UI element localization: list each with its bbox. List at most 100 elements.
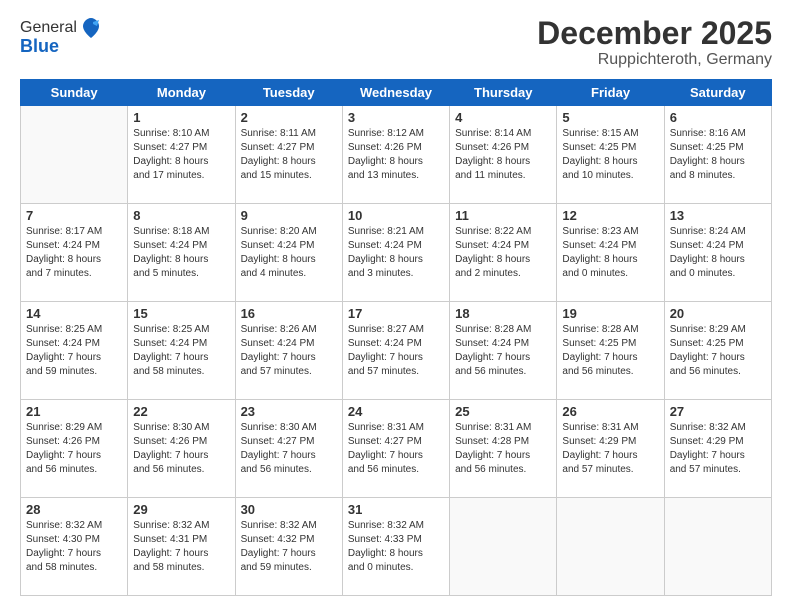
location-title: Ruppichteroth, Germany	[537, 51, 772, 69]
header: General Blue December 2025 Ruppichteroth…	[20, 16, 772, 69]
calendar-cell	[557, 498, 664, 596]
day-number: 6	[670, 110, 766, 125]
logo-icon	[79, 16, 103, 40]
weekday-header-saturday: Saturday	[664, 80, 771, 106]
day-number: 8	[133, 208, 229, 223]
day-number: 5	[562, 110, 658, 125]
calendar-cell: 23 Sunrise: 8:30 AM Sunset: 4:27 PM Dayli…	[235, 400, 342, 498]
day-number: 24	[348, 404, 444, 419]
logo: General Blue	[20, 16, 103, 57]
day-number: 15	[133, 306, 229, 321]
calendar-cell: 13 Sunrise: 8:24 AM Sunset: 4:24 PM Dayli…	[664, 204, 771, 302]
calendar-cell: 16 Sunrise: 8:26 AM Sunset: 4:24 PM Dayli…	[235, 302, 342, 400]
calendar-cell: 25 Sunrise: 8:31 AM Sunset: 4:28 PM Dayli…	[450, 400, 557, 498]
calendar-table: SundayMondayTuesdayWednesdayThursdayFrid…	[20, 79, 772, 596]
day-info: Sunrise: 8:30 AM Sunset: 4:27 PM Dayligh…	[241, 421, 337, 477]
calendar-cell: 29 Sunrise: 8:32 AM Sunset: 4:31 PM Dayli…	[128, 498, 235, 596]
day-info: Sunrise: 8:32 AM Sunset: 4:31 PM Dayligh…	[133, 519, 229, 575]
day-info: Sunrise: 8:11 AM Sunset: 4:27 PM Dayligh…	[241, 127, 337, 183]
day-info: Sunrise: 8:28 AM Sunset: 4:24 PM Dayligh…	[455, 323, 551, 379]
weekday-header-row: SundayMondayTuesdayWednesdayThursdayFrid…	[21, 80, 772, 106]
day-info: Sunrise: 8:32 AM Sunset: 4:33 PM Dayligh…	[348, 519, 444, 575]
calendar-cell	[664, 498, 771, 596]
calendar-cell: 24 Sunrise: 8:31 AM Sunset: 4:27 PM Dayli…	[342, 400, 449, 498]
day-info: Sunrise: 8:16 AM Sunset: 4:25 PM Dayligh…	[670, 127, 766, 183]
calendar-cell: 27Sunrise: 8:32 AM Sunset: 4:29 PM Dayli…	[664, 400, 771, 498]
day-info: Sunrise: 8:21 AM Sunset: 4:24 PM Dayligh…	[348, 225, 444, 281]
title-block: December 2025 Ruppichteroth, Germany	[537, 16, 772, 69]
day-number: 27	[670, 404, 766, 419]
day-number: 7	[26, 208, 122, 223]
day-number: 30	[241, 502, 337, 517]
day-number: 1	[133, 110, 229, 125]
month-title: December 2025	[537, 16, 772, 51]
day-number: 12	[562, 208, 658, 223]
calendar-week-row: 7Sunrise: 8:17 AM Sunset: 4:24 PM Daylig…	[21, 204, 772, 302]
day-number: 19	[562, 306, 658, 321]
weekday-header-thursday: Thursday	[450, 80, 557, 106]
day-number: 29	[133, 502, 229, 517]
weekday-header-friday: Friday	[557, 80, 664, 106]
calendar-cell: 18 Sunrise: 8:28 AM Sunset: 4:24 PM Dayli…	[450, 302, 557, 400]
calendar-cell: 3Sunrise: 8:12 AM Sunset: 4:26 PM Daylig…	[342, 106, 449, 204]
day-info: Sunrise: 8:26 AM Sunset: 4:24 PM Dayligh…	[241, 323, 337, 379]
day-info: Sunrise: 8:20 AM Sunset: 4:24 PM Dayligh…	[241, 225, 337, 281]
day-number: 25	[455, 404, 551, 419]
day-number: 23	[241, 404, 337, 419]
weekday-header-monday: Monday	[128, 80, 235, 106]
weekday-header-sunday: Sunday	[21, 80, 128, 106]
day-number: 14	[26, 306, 122, 321]
day-number: 26	[562, 404, 658, 419]
calendar-cell: 17 Sunrise: 8:27 AM Sunset: 4:24 PM Dayli…	[342, 302, 449, 400]
day-number: 16	[241, 306, 337, 321]
day-info: Sunrise: 8:30 AM Sunset: 4:26 PM Dayligh…	[133, 421, 229, 477]
day-info: Sunrise: 8:32 AM Sunset: 4:32 PM Dayligh…	[241, 519, 337, 575]
calendar-cell: 31 Sunrise: 8:32 AM Sunset: 4:33 PM Dayli…	[342, 498, 449, 596]
day-number: 2	[241, 110, 337, 125]
calendar-cell: 6 Sunrise: 8:16 AM Sunset: 4:25 PM Daylig…	[664, 106, 771, 204]
day-info: Sunrise: 8:29 AM Sunset: 4:25 PM Dayligh…	[670, 323, 766, 379]
day-info: Sunrise: 8:27 AM Sunset: 4:24 PM Dayligh…	[348, 323, 444, 379]
day-number: 4	[455, 110, 551, 125]
day-number: 28	[26, 502, 122, 517]
calendar-cell	[450, 498, 557, 596]
calendar-week-row: 21Sunrise: 8:29 AM Sunset: 4:26 PM Dayli…	[21, 400, 772, 498]
calendar-cell: 7Sunrise: 8:17 AM Sunset: 4:24 PM Daylig…	[21, 204, 128, 302]
day-info: Sunrise: 8:18 AM Sunset: 4:24 PM Dayligh…	[133, 225, 229, 281]
calendar-cell: 22Sunrise: 8:30 AM Sunset: 4:26 PM Dayli…	[128, 400, 235, 498]
calendar-cell: 5Sunrise: 8:15 AM Sunset: 4:25 PM Daylig…	[557, 106, 664, 204]
day-info: Sunrise: 8:31 AM Sunset: 4:27 PM Dayligh…	[348, 421, 444, 477]
day-info: Sunrise: 8:31 AM Sunset: 4:29 PM Dayligh…	[562, 421, 658, 477]
calendar-cell: 12Sunrise: 8:23 AM Sunset: 4:24 PM Dayli…	[557, 204, 664, 302]
day-number: 13	[670, 208, 766, 223]
day-number: 21	[26, 404, 122, 419]
calendar-cell: 8 Sunrise: 8:18 AM Sunset: 4:24 PM Daylig…	[128, 204, 235, 302]
day-number: 17	[348, 306, 444, 321]
day-info: Sunrise: 8:12 AM Sunset: 4:26 PM Dayligh…	[348, 127, 444, 183]
day-number: 18	[455, 306, 551, 321]
calendar-cell: 26 Sunrise: 8:31 AM Sunset: 4:29 PM Dayli…	[557, 400, 664, 498]
calendar-cell: 19 Sunrise: 8:28 AM Sunset: 4:25 PM Dayli…	[557, 302, 664, 400]
day-info: Sunrise: 8:25 AM Sunset: 4:24 PM Dayligh…	[133, 323, 229, 379]
day-info: Sunrise: 8:31 AM Sunset: 4:28 PM Dayligh…	[455, 421, 551, 477]
day-number: 9	[241, 208, 337, 223]
calendar-cell: 21Sunrise: 8:29 AM Sunset: 4:26 PM Dayli…	[21, 400, 128, 498]
day-number: 31	[348, 502, 444, 517]
calendar-cell	[21, 106, 128, 204]
weekday-header-wednesday: Wednesday	[342, 80, 449, 106]
day-info: Sunrise: 8:28 AM Sunset: 4:25 PM Dayligh…	[562, 323, 658, 379]
day-info: Sunrise: 8:14 AM Sunset: 4:26 PM Dayligh…	[455, 127, 551, 183]
weekday-header-tuesday: Tuesday	[235, 80, 342, 106]
calendar-cell: 2 Sunrise: 8:11 AM Sunset: 4:27 PM Daylig…	[235, 106, 342, 204]
day-info: Sunrise: 8:10 AM Sunset: 4:27 PM Dayligh…	[133, 127, 229, 183]
calendar-cell: 20Sunrise: 8:29 AM Sunset: 4:25 PM Dayli…	[664, 302, 771, 400]
calendar-cell: 4 Sunrise: 8:14 AM Sunset: 4:26 PM Daylig…	[450, 106, 557, 204]
day-info: Sunrise: 8:24 AM Sunset: 4:24 PM Dayligh…	[670, 225, 766, 281]
day-info: Sunrise: 8:32 AM Sunset: 4:30 PM Dayligh…	[26, 519, 122, 575]
page: General Blue December 2025 Ruppichteroth…	[0, 0, 792, 612]
day-number: 11	[455, 208, 551, 223]
calendar-cell: 10Sunrise: 8:21 AM Sunset: 4:24 PM Dayli…	[342, 204, 449, 302]
calendar-cell: 15 Sunrise: 8:25 AM Sunset: 4:24 PM Dayli…	[128, 302, 235, 400]
logo-general-text: General	[20, 19, 77, 37]
day-info: Sunrise: 8:25 AM Sunset: 4:24 PM Dayligh…	[26, 323, 122, 379]
